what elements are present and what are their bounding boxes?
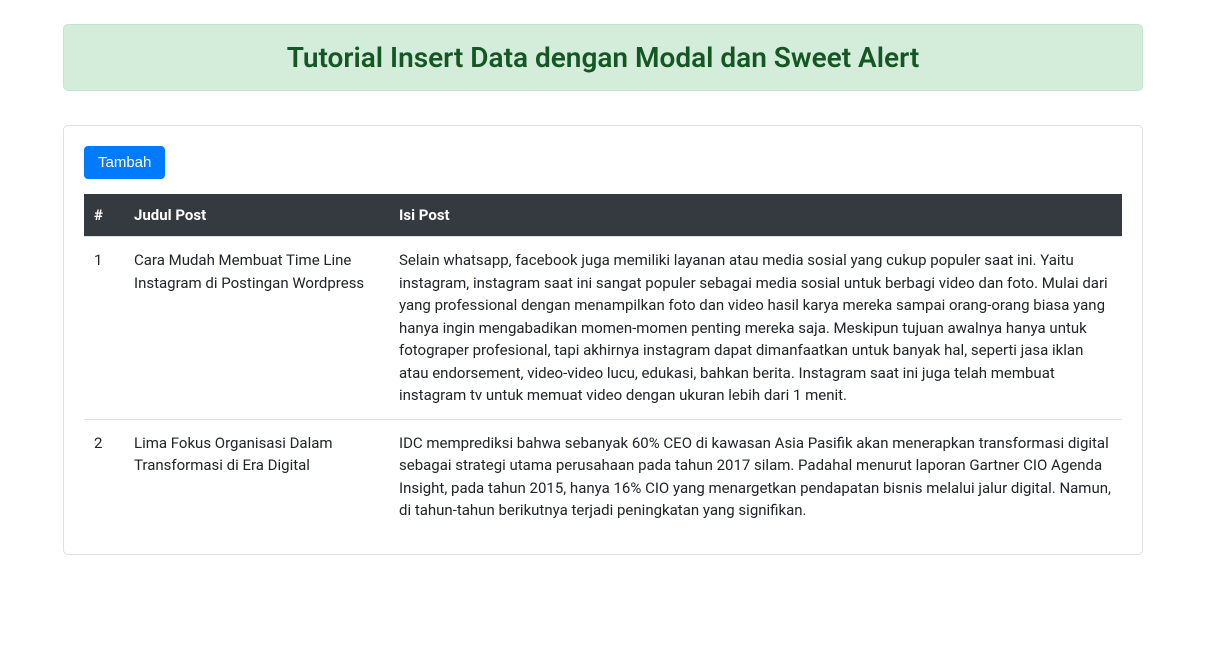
header-content: Isi Post	[389, 194, 1122, 237]
page-banner: Tutorial Insert Data dengan Modal dan Sw…	[63, 24, 1143, 91]
header-num: #	[84, 194, 124, 237]
cell-title: Cara Mudah Membuat Time Line Instagram d…	[124, 237, 389, 420]
add-button[interactable]: Tambah	[84, 146, 165, 179]
cell-title: Lima Fokus Organisasi Dalam Transformasi…	[124, 419, 389, 534]
cell-num: 2	[84, 419, 124, 534]
table-row: 1 Cara Mudah Membuat Time Line Instagram…	[84, 237, 1122, 420]
cell-content: IDC memprediksi bahwa sebanyak 60% CEO d…	[389, 419, 1122, 534]
page-title: Tutorial Insert Data dengan Modal dan Sw…	[84, 41, 1122, 74]
cell-content: Selain whatsapp, facebook juga memiliki …	[389, 237, 1122, 420]
content-card: Tambah # Judul Post Isi Post 1 Cara Muda…	[63, 125, 1143, 555]
table-header-row: # Judul Post Isi Post	[84, 194, 1122, 237]
table-row: 2 Lima Fokus Organisasi Dalam Transforma…	[84, 419, 1122, 534]
header-title: Judul Post	[124, 194, 389, 237]
cell-num: 1	[84, 237, 124, 420]
posts-table: # Judul Post Isi Post 1 Cara Mudah Membu…	[84, 194, 1122, 534]
